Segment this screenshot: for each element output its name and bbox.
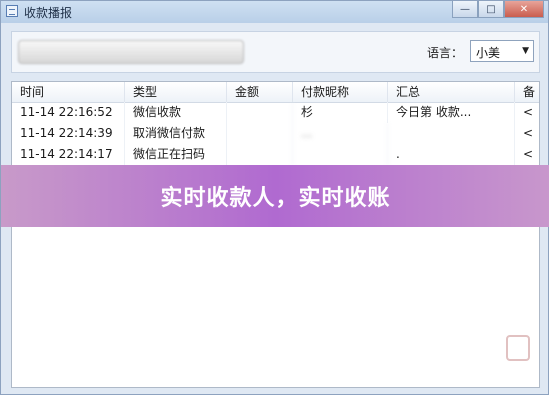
- cell-amount: [227, 102, 293, 123]
- seal-icon: [506, 335, 530, 361]
- titlebar: 收款播报 — □ ✕: [1, 1, 548, 23]
- transactions-table: 时间 类型 金额 付款昵称 汇总 备 11-14 22:16:52 微信收款 杉…: [11, 81, 540, 388]
- window-controls: — □ ✕: [452, 1, 544, 18]
- cell-remark: <: [515, 144, 539, 165]
- cell-time: 11-14 22:16:52: [12, 102, 125, 123]
- close-button[interactable]: ✕: [504, 1, 544, 18]
- cell-summary: 今日第 收款...: [388, 102, 515, 123]
- column-header-remark[interactable]: 备: [515, 82, 539, 102]
- cell-amount: [227, 123, 293, 144]
- cell-summary: [388, 123, 515, 144]
- promo-banner: 实时收款人，实时收账: [1, 165, 549, 227]
- language-label: 语言：: [427, 46, 464, 60]
- column-header-payer-nickname[interactable]: 付款昵称: [293, 82, 388, 102]
- cell-type: 微信正在扫码: [125, 144, 227, 165]
- app-icon: [6, 5, 18, 17]
- blurred-input-field[interactable]: [18, 40, 244, 64]
- cell-payer-nickname: ...: [293, 123, 388, 144]
- table-row[interactable]: 11-14 22:14:17 微信正在扫码 . <: [12, 144, 539, 165]
- cell-type: 取消微信付款: [125, 123, 227, 144]
- cell-summary: .: [388, 144, 515, 165]
- toolbar: 语言： 小美 ▼: [11, 31, 540, 73]
- window-title: 收款播报: [24, 6, 73, 20]
- table-header: 时间 类型 金额 付款昵称 汇总 备: [12, 82, 539, 103]
- cell-amount: [227, 144, 293, 165]
- column-header-amount[interactable]: 金额: [227, 82, 293, 102]
- cell-time: 11-14 22:14:17: [12, 144, 125, 165]
- column-header-time[interactable]: 时间: [12, 82, 125, 102]
- table-row[interactable]: 11-14 22:14:39 取消微信付款 ... <: [12, 123, 539, 144]
- chevron-down-icon: ▼: [522, 46, 529, 56]
- promo-banner-text: 实时收款人，实时收账: [160, 186, 391, 211]
- column-header-type[interactable]: 类型: [125, 82, 227, 102]
- cell-payer-nickname: 杉: [293, 102, 388, 123]
- language-select[interactable]: 小美 ▼: [470, 40, 534, 62]
- language-value: 小美: [476, 46, 501, 60]
- column-header-summary[interactable]: 汇总: [388, 82, 515, 102]
- cell-remark: <: [515, 123, 539, 144]
- cell-type: 微信收款: [125, 102, 227, 123]
- minimize-button[interactable]: —: [452, 1, 478, 18]
- maximize-button[interactable]: □: [478, 1, 504, 18]
- table-row[interactable]: 11-14 22:16:52 微信收款 杉 今日第 收款... <: [12, 102, 539, 123]
- cell-payer-nickname: [293, 144, 388, 165]
- cell-remark: <: [515, 102, 539, 123]
- cell-time: 11-14 22:14:39: [12, 123, 125, 144]
- app-window: 收款播报 — □ ✕ 语言： 小美 ▼ 时间 类型 金额 付款昵称 汇总 备 1…: [0, 0, 549, 395]
